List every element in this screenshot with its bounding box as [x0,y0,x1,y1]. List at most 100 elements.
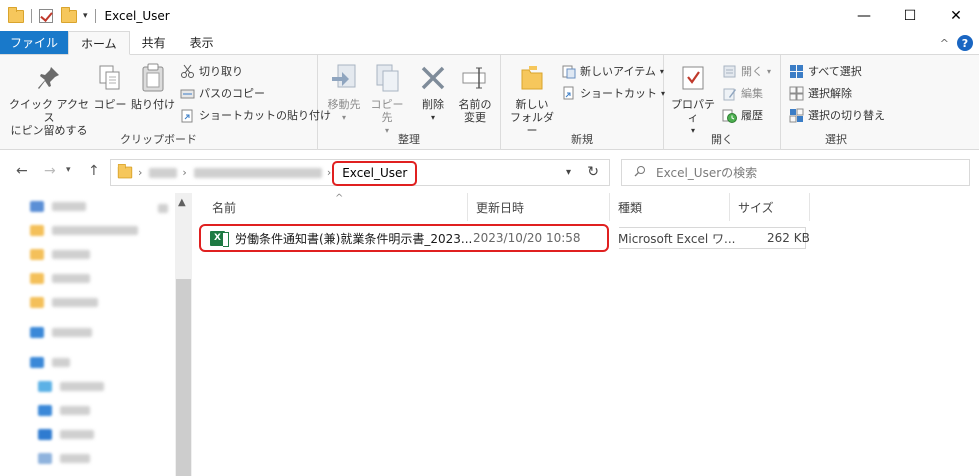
column-header-size[interactable]: サイズ [730,193,810,221]
collapse-ribbon-chevron-up-icon[interactable]: ^ [940,37,949,50]
move-to-dropdown-icon: ▾ [341,113,346,122]
nav-item-quick-access[interactable] [30,201,86,212]
shortcut-label: ショートカット [580,87,657,100]
nav-item-documents[interactable] [38,453,90,464]
folder-icon [30,297,44,308]
tab-view[interactable]: 表示 [178,31,226,54]
nav-item-folder[interactable] [30,297,98,308]
file-row[interactable]: X 労働条件通知書(兼)就業条件明示書_2023... 2023/10/20 1… [199,224,810,252]
scrollbar-thumb[interactable] [176,279,191,476]
folder-icon [30,273,44,284]
pin-icon [33,61,65,95]
shortcut-button[interactable]: ショートカット ▾ [561,85,665,101]
move-to-label: 移動先 [327,98,361,111]
recent-chevron-down-icon[interactable]: ▾ [66,165,71,175]
rename-label-line2: 変更 [464,111,486,124]
nav-item-label-blurred [60,382,104,391]
select-none-button[interactable]: 選択解除 [789,85,852,101]
new-folder-icon[interactable] [61,6,77,23]
forward-arrow-icon[interactable]: → [44,163,56,179]
column-header-type[interactable]: 種類 [610,193,730,221]
up-arrow-icon[interactable]: ↑ [88,163,100,179]
breadcrumb-blurred-segment[interactable] [193,167,322,178]
paste-button[interactable]: 貼り付け [130,61,176,111]
paste-shortcut-button[interactable]: ショートカットの貼り付け [180,107,331,123]
refresh-icon[interactable]: ↻ [587,164,599,180]
column-header-name-label: 名前 [212,200,237,215]
window-title: Excel_User [104,9,170,23]
ribbon-tabs: ファイル ホーム 共有 表示 ^ ? [0,31,979,55]
copy-to-button[interactable]: コピー先 ▾ [366,61,408,137]
history-icon [722,108,737,123]
address-bar[interactable]: › › › Excel_User ▾ ↻ [110,159,610,186]
delete-x-icon [417,61,449,95]
document-icon [38,453,52,464]
edit-icon [722,86,737,101]
customize-toolbar-chevron-down-icon[interactable]: ▾ [83,11,88,21]
scissors-icon [180,64,195,79]
open-group: プロパティ ▾ 開く ▾ 編集 履歴 開く [664,55,781,150]
nav-item-folder[interactable] [30,249,90,260]
open-icon [722,64,737,79]
tab-home[interactable]: ホーム [68,31,130,55]
back-arrow-icon[interactable]: ← [16,163,28,179]
scroll-up-chevron-icon[interactable]: ▲ [178,197,186,208]
invert-selection-button[interactable]: 選択の切り替え [789,107,885,123]
tab-file[interactable]: ファイル [0,31,69,54]
file-name-cell[interactable]: X 労働条件通知書(兼)就業条件明示書_2023... [210,227,472,249]
help-icon[interactable]: ? [957,35,973,51]
close-button[interactable]: ✕ [933,0,979,32]
column-header-size-label: サイズ [738,200,774,215]
pin-quick-access-button[interactable]: クイック アクセス にピン留めする [8,61,90,137]
properties-button[interactable]: プロパティ ▾ [668,61,718,137]
edit-button[interactable]: 編集 [722,85,763,101]
navigation-pane-scrollbar[interactable]: ▲ [175,193,192,476]
invert-selection-label: 選択の切り替え [808,109,885,122]
invert-selection-icon [789,108,804,123]
copy-path-button[interactable]: パスのコピー [180,85,265,101]
nav-item-downloads[interactable] [38,405,90,416]
copy-button[interactable]: コピー [92,61,128,111]
properties-check-icon[interactable] [39,9,53,23]
nav-item-desktop[interactable] [38,429,94,440]
new-item-button[interactable]: 新しいアイテム ▾ [561,63,664,79]
address-folder-icon [117,163,133,179]
organize-group-label: 整理 [398,133,420,146]
pin-indicator-blurred [158,204,168,213]
minimize-button[interactable]: — [841,0,887,32]
shortcut-icon [561,86,576,101]
nav-item-folder[interactable] [30,225,138,236]
breadcrumb-current-folder[interactable]: Excel_User [332,160,418,186]
column-header-date[interactable]: 更新日時 [468,193,610,221]
select-all-button[interactable]: すべて選択 [789,63,862,79]
breadcrumb-chevron-icon[interactable]: › [327,166,331,179]
move-to-button[interactable]: 移動先 ▾ [324,61,364,124]
tab-share[interactable]: 共有 [130,31,178,54]
search-box[interactable]: Excel_Userの検索 [621,159,970,186]
nav-item-this-pc[interactable] [30,357,70,368]
breadcrumb-chevron-icon[interactable]: › [138,166,142,179]
breadcrumb-chevron-icon[interactable]: › [182,166,186,179]
clipboard-group: クイック アクセス にピン留めする コピー 貼り付け 切り取り パスのコピー シ… [0,55,331,150]
column-header-name[interactable]: 名前 [204,193,468,221]
rename-button[interactable]: 名前の 変更 [454,61,496,124]
download-icon [38,405,52,416]
history-button[interactable]: 履歴 [722,107,763,123]
nav-item-onedrive[interactable] [30,327,92,338]
file-size-cell: 262 KB [767,231,810,245]
separator [94,9,96,23]
title-bar: ▾ Excel_User — ☐ ✕ [0,0,979,32]
nav-item-folder[interactable] [30,273,90,284]
open-button[interactable]: 開く ▾ [722,63,771,79]
nav-item-3d-objects[interactable] [38,381,104,392]
breadcrumb-blurred-segment[interactable] [149,167,178,178]
ribbon-tabs-right: ^ ? [940,35,973,51]
select-none-icon [789,86,804,101]
delete-button[interactable]: 削除 ▾ [416,61,450,124]
open-dropdown-icon: ▾ [767,66,772,76]
cloud-icon [30,327,44,338]
address-dropdown-chevron-icon[interactable]: ▾ [566,167,571,178]
new-folder-button[interactable]: 新しい フォルダー [507,61,557,137]
maximize-button[interactable]: ☐ [887,0,933,32]
cut-button[interactable]: 切り取り [180,63,243,79]
